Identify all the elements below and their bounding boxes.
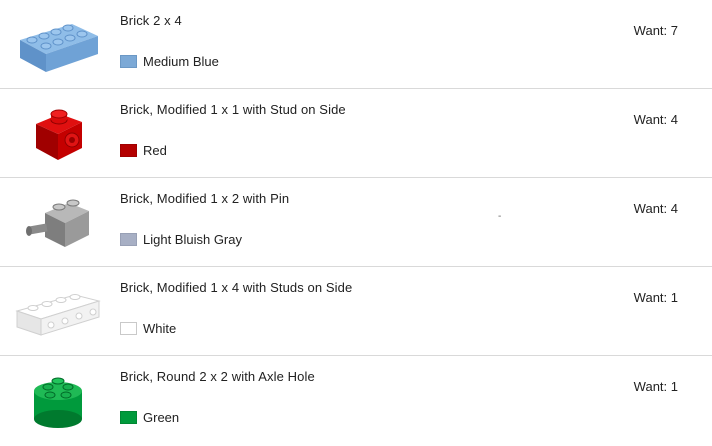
- part-color: Green: [120, 410, 179, 425]
- list-item[interactable]: Brick, Round 2 x 2 with Axle Hole Green …: [0, 356, 712, 446]
- part-name: Brick, Round 2 x 2 with Axle Hole: [120, 369, 315, 384]
- list-item[interactable]: Brick, Modified 1 x 4 with Studs on Side…: [0, 267, 712, 356]
- part-name: Brick, Modified 1 x 1 with Stud on Side: [120, 102, 346, 117]
- brick-1x2-pin-icon: [12, 186, 104, 258]
- want-quantity: Want: 4: [633, 112, 678, 127]
- brick-2x4-icon: [12, 8, 104, 80]
- color-swatch: [120, 144, 137, 157]
- part-name: Brick 2 x 4: [120, 13, 182, 28]
- part-color: Red: [120, 143, 167, 158]
- part-color: Light Bluish Gray: [120, 232, 242, 247]
- list-item[interactable]: Brick, Modified 1 x 1 with Stud on Side …: [0, 89, 712, 178]
- brick-1x1-stud-side-icon: [12, 97, 104, 169]
- parts-list: Brick 2 x 4 Medium Blue Want: 7 Brick, M…: [0, 0, 712, 446]
- list-item[interactable]: Brick, Modified 1 x 2 with Pin Light Blu…: [0, 178, 712, 267]
- part-name: Brick, Modified 1 x 4 with Studs on Side: [120, 280, 353, 295]
- want-quantity: Want: 1: [633, 290, 678, 305]
- list-item[interactable]: Brick 2 x 4 Medium Blue Want: 7: [0, 0, 712, 89]
- color-name: Medium Blue: [143, 54, 219, 69]
- color-name: Red: [143, 143, 167, 158]
- color-swatch: [120, 233, 137, 246]
- color-name: White: [143, 321, 177, 336]
- want-quantity: Want: 4: [633, 201, 678, 216]
- color-swatch: [120, 322, 137, 335]
- color-swatch: [120, 411, 137, 424]
- part-color: Medium Blue: [120, 54, 219, 69]
- brick-round-2x2-icon: [12, 364, 104, 436]
- part-name: Brick, Modified 1 x 2 with Pin: [120, 191, 290, 206]
- color-name: Green: [143, 410, 180, 425]
- want-quantity: Want: 1: [633, 379, 678, 394]
- color-name: Light Bluish Gray: [143, 232, 242, 247]
- color-swatch: [120, 55, 137, 68]
- want-quantity: Want: 7: [633, 23, 678, 38]
- brick-1x4-studs-side-icon: [12, 275, 104, 347]
- part-color: White: [120, 321, 176, 336]
- dash-mark: -: [498, 211, 502, 222]
